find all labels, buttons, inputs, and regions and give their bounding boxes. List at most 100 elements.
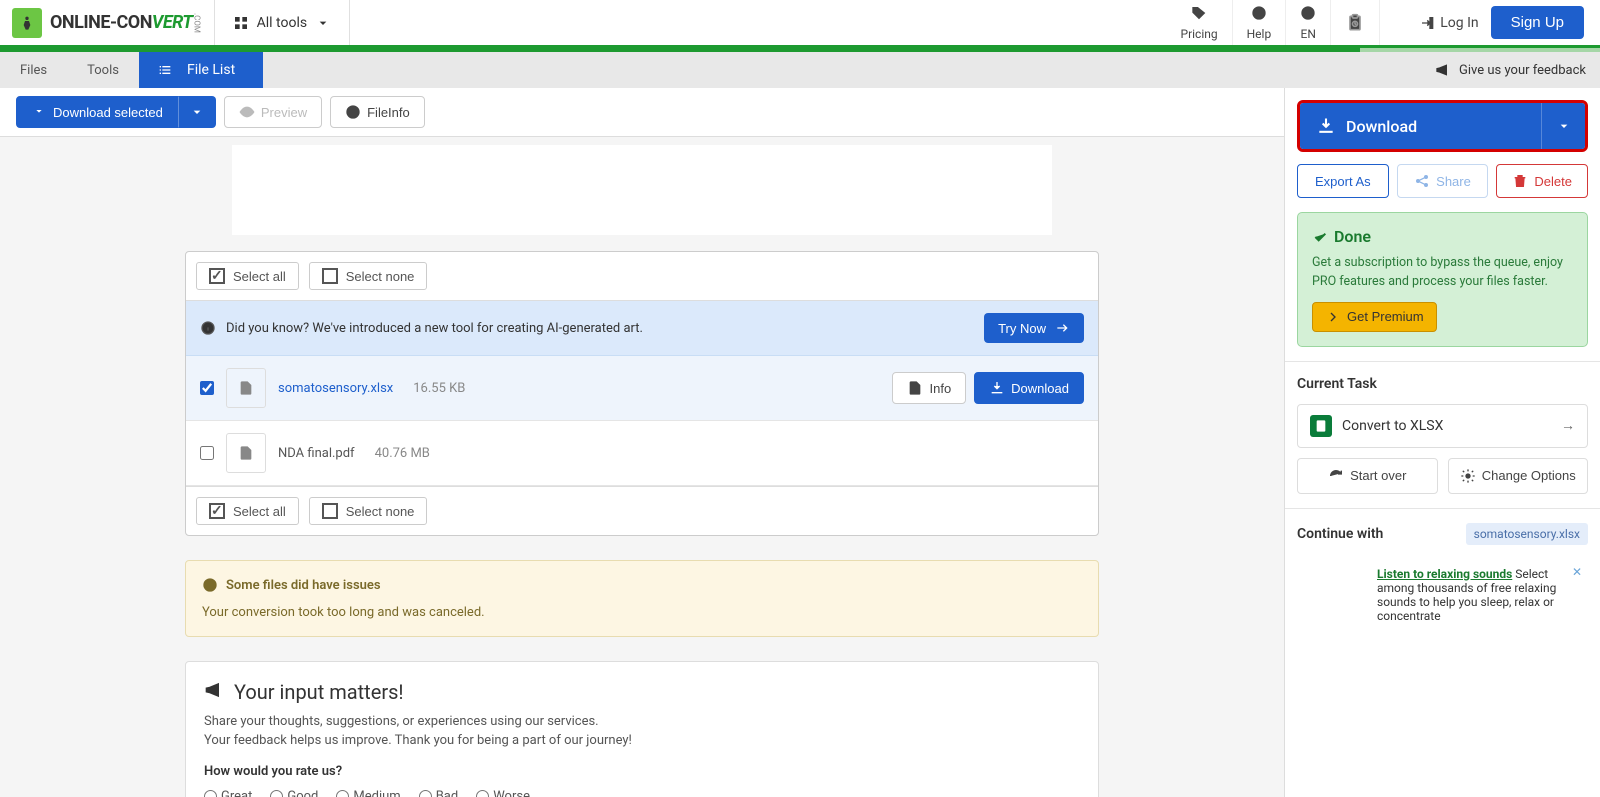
settings-icon xyxy=(1460,468,1476,484)
try-now-button[interactable]: Try Now xyxy=(984,313,1084,343)
current-task-title: Current Task xyxy=(1297,376,1588,392)
globe-icon xyxy=(1300,5,1316,25)
info-icon xyxy=(345,104,361,120)
checkbox-empty-icon xyxy=(322,503,338,519)
share-button[interactable]: Share xyxy=(1397,164,1489,198)
file-icon xyxy=(226,368,266,408)
login-link[interactable]: Log In xyxy=(1420,15,1478,31)
signup-button[interactable]: Sign Up xyxy=(1491,6,1584,39)
file-info-button[interactable]: Info xyxy=(892,372,966,404)
continue-with-title: Continue with xyxy=(1297,526,1383,542)
login-icon xyxy=(1420,15,1436,31)
tabs-bar: Files Tools File List Give us your feedb… xyxy=(0,52,1600,88)
download-icon xyxy=(989,380,1005,396)
sidebar: Download Export As Share Delete Done xyxy=(1284,88,1600,797)
banner-text: Did you know? We've introduced a new too… xyxy=(226,321,643,336)
continue-file-chip[interactable]: somatosensory.xlsx xyxy=(1466,523,1588,545)
chevron-right-icon xyxy=(1325,309,1341,325)
check-icon xyxy=(1312,229,1328,245)
logo-com: .COM xyxy=(193,13,202,33)
eye-icon xyxy=(239,104,255,120)
file-list-panel: Select all Select none Did you know? We'… xyxy=(185,251,1099,536)
warning-icon xyxy=(202,577,218,593)
file-icon xyxy=(226,433,266,473)
download-button[interactable]: Download xyxy=(1300,116,1541,136)
rating-option[interactable]: Good xyxy=(270,789,318,797)
file-row: NDA final.pdf 40.76 MB xyxy=(186,421,1098,486)
clipboard-icon xyxy=(1345,13,1365,33)
megaphone-icon xyxy=(1435,62,1451,78)
refresh-icon xyxy=(1328,468,1344,484)
all-tools-label: All tools xyxy=(257,15,307,31)
issues-message: Your conversion took too long and was ca… xyxy=(202,605,1082,620)
download-selected-button[interactable]: Download selected xyxy=(16,96,178,128)
trash-icon xyxy=(1512,173,1528,189)
export-as-button[interactable]: Export As xyxy=(1297,164,1389,198)
rating-option[interactable]: Bad xyxy=(419,789,459,797)
rating-option[interactable]: Great xyxy=(204,789,252,797)
tab-files[interactable]: Files xyxy=(0,52,67,88)
file-size: 16.55 KB xyxy=(413,381,465,396)
logo[interactable]: ONLINE-CONVERT .COM xyxy=(0,8,214,38)
logo-text: ONLINE-CONVERT xyxy=(50,12,193,33)
help-icon xyxy=(1251,5,1267,25)
rating-option[interactable]: Medium xyxy=(336,789,400,797)
change-options-button[interactable]: Change Options xyxy=(1448,458,1589,494)
preview-button[interactable]: Preview xyxy=(224,96,322,128)
main-content: Download selected Preview FileInfo Selec… xyxy=(0,88,1284,797)
share-icon xyxy=(1414,173,1430,189)
feedback-link[interactable]: Give us your feedback xyxy=(1435,52,1586,88)
checkbox-checked-icon xyxy=(209,268,225,284)
list-icon xyxy=(157,62,173,78)
task-convert-xlsx[interactable]: Convert to XLSX → xyxy=(1297,404,1588,448)
sidebar-ad: ✕ Listen to relaxing sounds Select among… xyxy=(1297,559,1588,631)
grid-icon xyxy=(233,15,249,31)
all-tools-dropdown[interactable]: All tools xyxy=(214,0,350,45)
language-switcher[interactable]: EN xyxy=(1286,0,1331,45)
download-icon xyxy=(31,104,47,120)
info-banner: Did you know? We've introduced a new too… xyxy=(186,301,1098,356)
fileinfo-button[interactable]: FileInfo xyxy=(330,96,425,128)
help-link[interactable]: Help xyxy=(1233,0,1287,45)
logo-icon xyxy=(12,8,42,38)
ad-close-icon[interactable]: ✕ xyxy=(1572,565,1582,579)
delete-button[interactable]: Delete xyxy=(1496,164,1588,198)
rating-option[interactable]: Worse xyxy=(476,789,530,797)
arrow-right-icon: → xyxy=(1561,417,1575,434)
download-selected-dropdown[interactable] xyxy=(178,96,216,128)
ad-title[interactable]: Listen to relaxing sounds xyxy=(1377,567,1512,581)
select-none-bottom[interactable]: Select none xyxy=(309,497,428,525)
megaphone-icon xyxy=(204,680,224,700)
file-size: 40.76 MB xyxy=(375,446,430,461)
feedback-box: Your input matters! Share your thoughts,… xyxy=(185,661,1099,797)
clipboard-button[interactable] xyxy=(1331,0,1380,45)
start-over-button[interactable]: Start over xyxy=(1297,458,1438,494)
select-none-top[interactable]: Select none xyxy=(309,262,428,290)
chevron-down-icon xyxy=(189,104,205,120)
chevron-down-icon xyxy=(1556,118,1572,134)
file-name[interactable]: somatosensory.xlsx xyxy=(278,381,393,396)
download-icon xyxy=(1316,116,1336,136)
rating-options: Great Good Medium Bad Worse xyxy=(204,789,1080,797)
row-checkbox[interactable] xyxy=(200,446,214,460)
select-all-top[interactable]: Select all xyxy=(196,262,299,290)
pricing-link[interactable]: Pricing xyxy=(1167,0,1233,45)
select-all-bottom[interactable]: Select all xyxy=(196,497,299,525)
file-name[interactable]: NDA final.pdf xyxy=(278,446,355,461)
row-checkbox[interactable] xyxy=(200,381,214,395)
ad-placeholder xyxy=(232,145,1052,235)
get-premium-button[interactable]: Get Premium xyxy=(1312,302,1437,332)
action-toolbar: Download selected Preview FileInfo xyxy=(0,88,1284,137)
info-icon xyxy=(200,320,216,336)
download-dropdown[interactable] xyxy=(1541,103,1585,149)
file-download-button[interactable]: Download xyxy=(974,372,1084,404)
arrow-right-icon xyxy=(1054,320,1070,336)
tab-file-list[interactable]: File List xyxy=(139,52,263,88)
checkbox-checked-icon xyxy=(209,503,225,519)
header: ONLINE-CONVERT .COM All tools Pricing He… xyxy=(0,0,1600,48)
checkbox-empty-icon xyxy=(322,268,338,284)
issues-box: Some files did have issues Your conversi… xyxy=(185,560,1099,637)
tag-icon xyxy=(1191,5,1207,25)
tab-tools[interactable]: Tools xyxy=(67,52,139,88)
chevron-down-icon xyxy=(315,15,331,31)
